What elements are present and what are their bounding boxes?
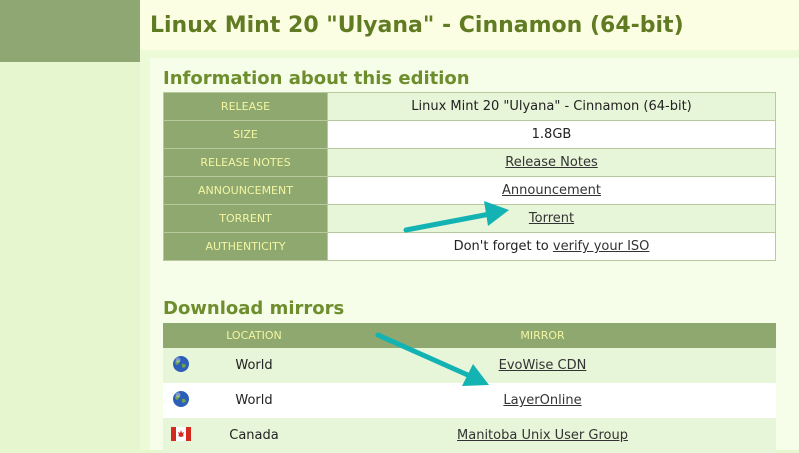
table-header-row: LOCATION MIRROR [163,323,776,348]
authenticity-cell: Don't forget to verify your ISO [327,232,776,261]
size-key: SIZE [163,120,328,149]
flag-column-header [163,323,199,348]
torrent-cell: Torrent [327,204,776,233]
table-row: RELEASE Linux Mint 20 "Ulyana" - Cinnamo… [163,92,776,121]
edition-info-table: RELEASE Linux Mint 20 "Ulyana" - Cinnamo… [163,92,776,261]
mirror-link-layeronline[interactable]: LayerOnline [503,393,581,408]
table-row: AUTHENTICITY Don't forget to verify your… [163,232,776,261]
info-section-title: Information about this edition [163,68,470,89]
table-row: Canada Manitoba Unix User Group [163,418,776,453]
announcement-link[interactable]: Announcement [502,183,601,198]
release-key: RELEASE [163,92,328,121]
table-row: World LayerOnline [163,383,776,418]
mirror-link-evowise[interactable]: EvoWise CDN [499,358,587,373]
table-row: RELEASE NOTES Release Notes [163,148,776,177]
table-row: SIZE 1.8GB [163,120,776,149]
download-mirrors-table: LOCATION MIRROR World EvoWise CDN World … [163,323,776,453]
authenticity-text: Don't forget to [453,239,553,254]
page-title: Linux Mint 20 "Ulyana" - Cinnamon (64-bi… [150,13,684,38]
verify-iso-link[interactable]: verify your ISO [553,239,650,254]
globe-icon [173,390,189,407]
mirror-column-header: MIRROR [309,323,776,348]
release-value: Linux Mint 20 "Ulyana" - Cinnamon (64-bi… [327,92,776,121]
location-cell: World [199,383,309,418]
table-row: ANNOUNCEMENT Announcement [163,176,776,205]
authenticity-key: AUTHENTICITY [163,232,328,261]
release-notes-key: RELEASE NOTES [163,148,328,177]
torrent-key: TORRENT [163,204,328,233]
canada-flag-icon [171,426,191,441]
mirror-link-manitoba[interactable]: Manitoba Unix User Group [457,428,628,443]
location-cell: World [199,348,309,383]
table-row: TORRENT Torrent [163,204,776,233]
announcement-cell: Announcement [327,176,776,205]
release-notes-cell: Release Notes [327,148,776,177]
location-column-header: LOCATION [199,323,309,348]
release-notes-link[interactable]: Release Notes [505,155,597,170]
location-cell: Canada [199,418,309,453]
torrent-link[interactable]: Torrent [529,211,574,226]
announcement-key: ANNOUNCEMENT [163,176,328,205]
globe-icon [173,355,189,372]
table-row: World EvoWise CDN [163,348,776,383]
sidebar-block [0,0,140,62]
mirrors-section-title: Download mirrors [163,298,345,319]
size-value: 1.8GB [327,120,776,149]
